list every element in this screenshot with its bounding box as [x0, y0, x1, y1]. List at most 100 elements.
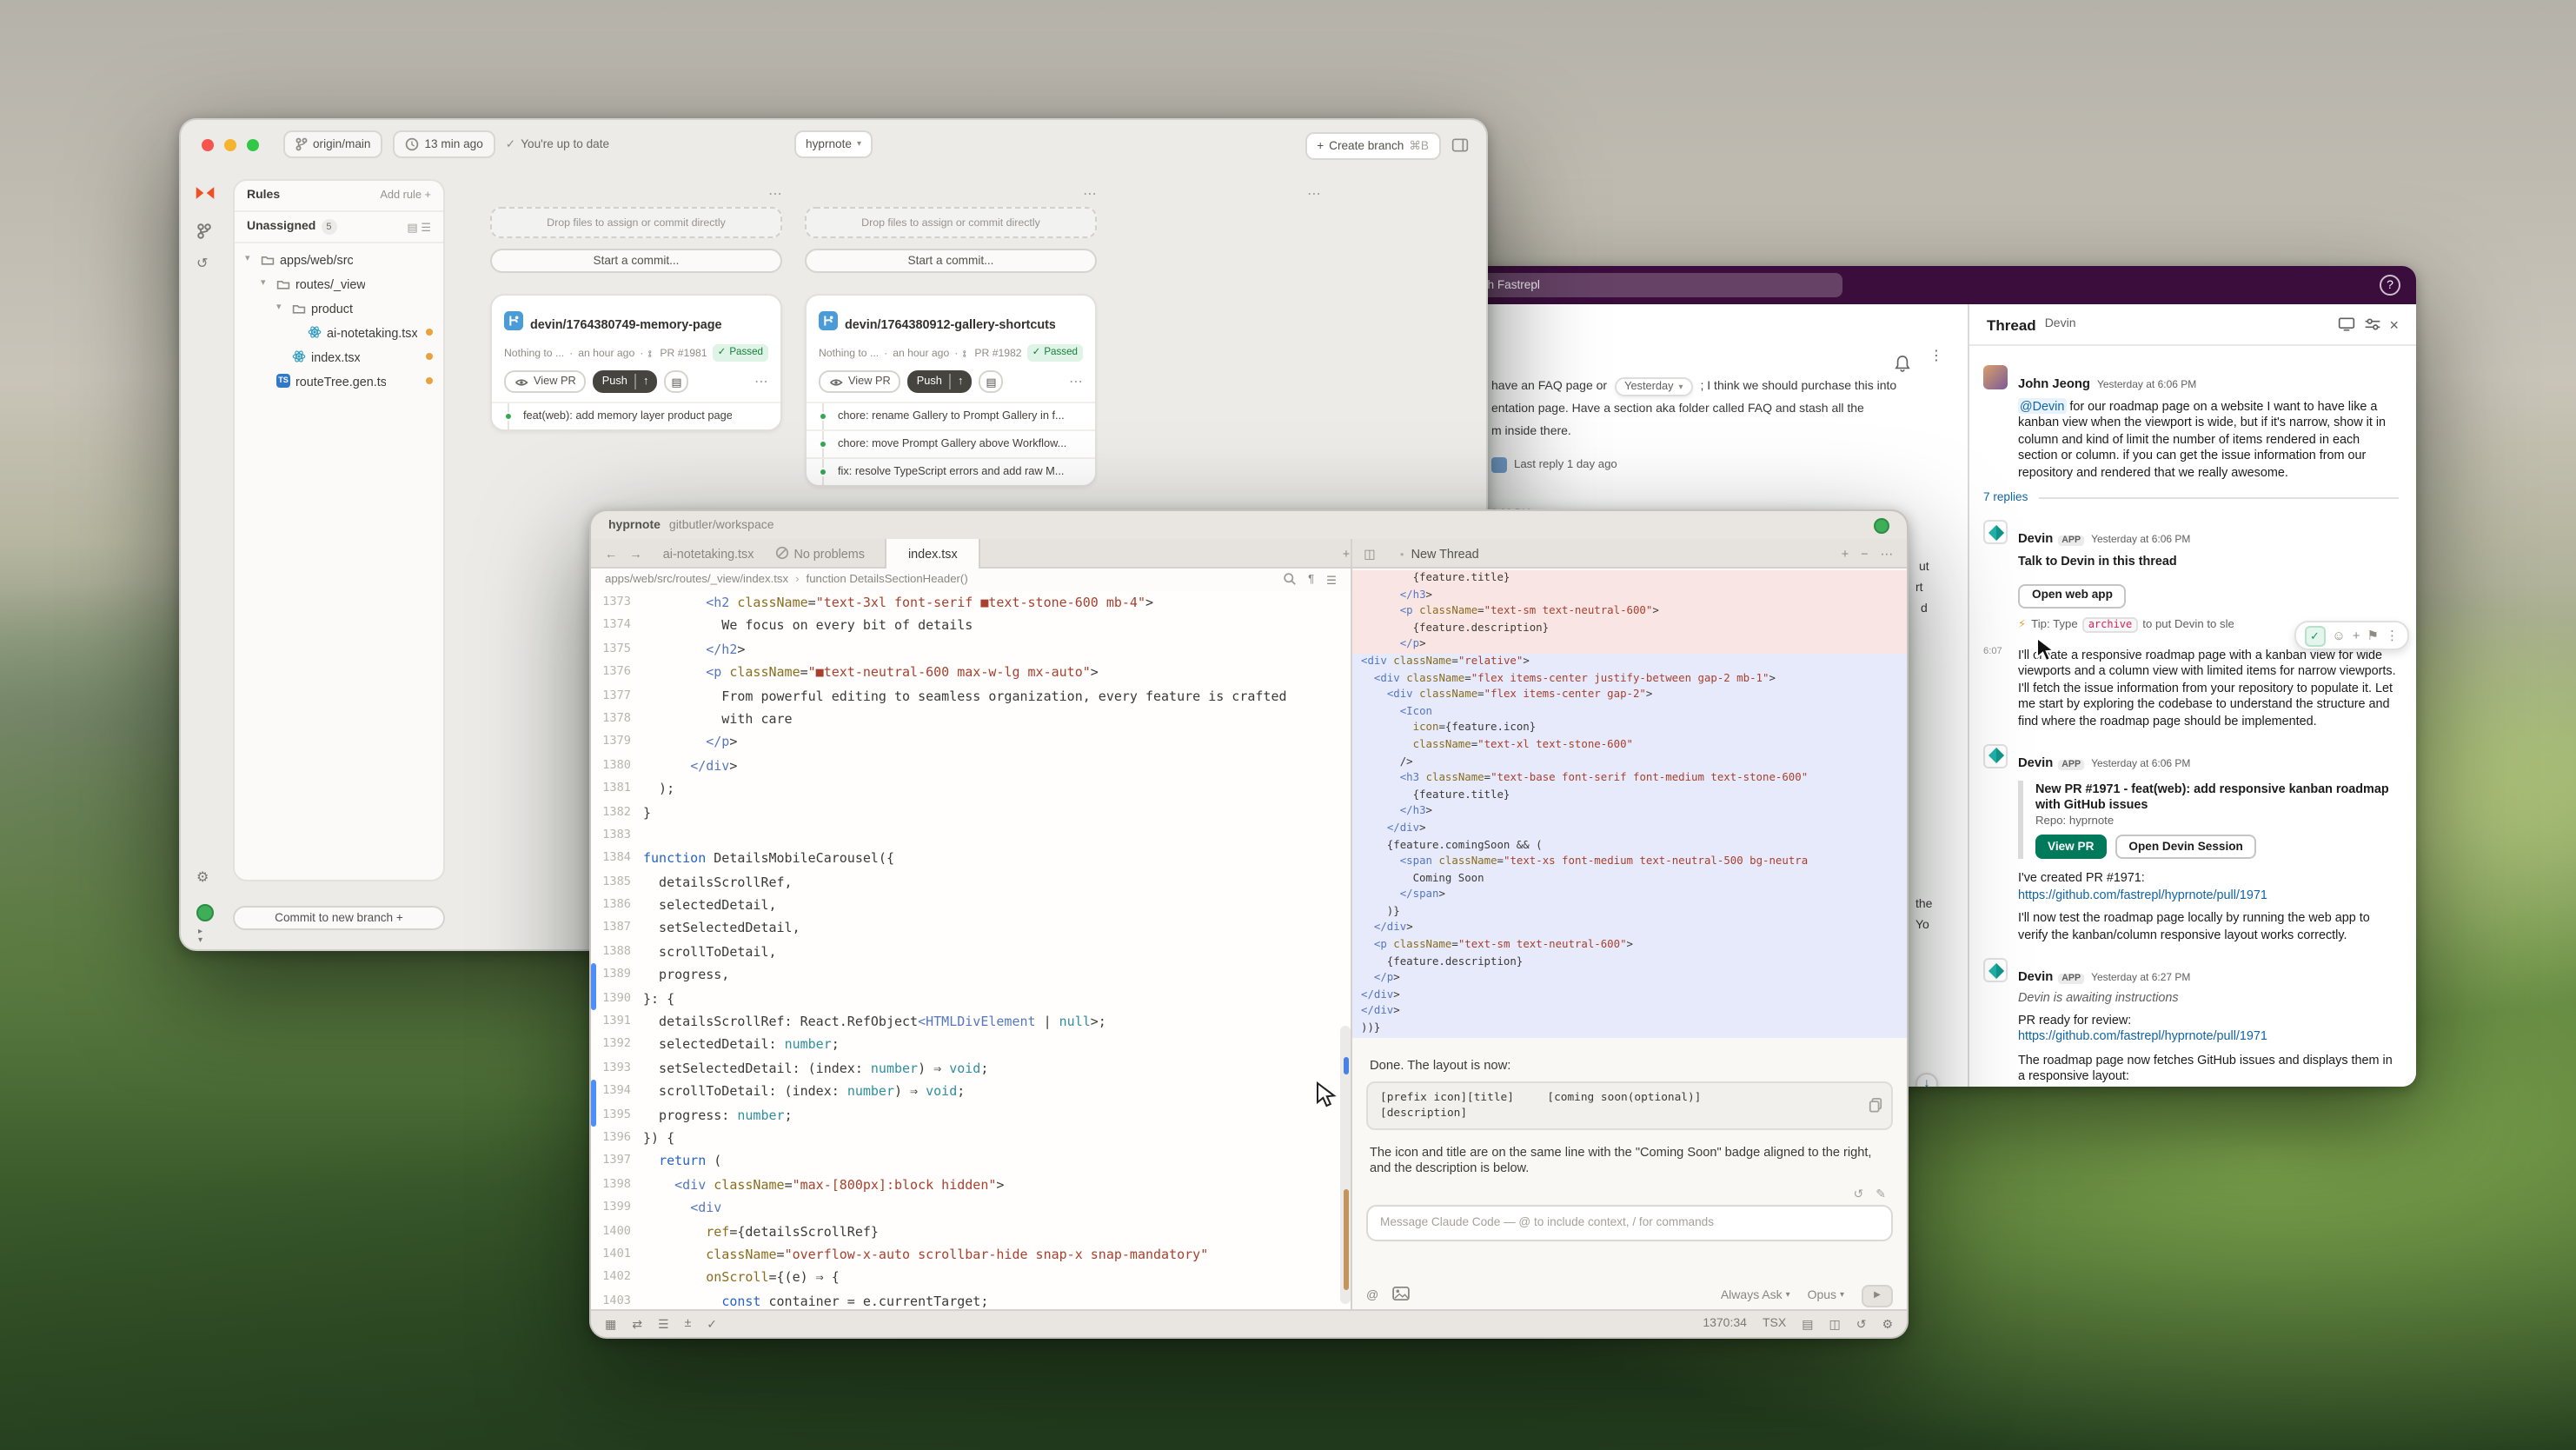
code-line[interactable]: 1399 <div [591, 1196, 1351, 1220]
tree-view-icon[interactable]: ☰ [421, 220, 431, 234]
dropzone[interactable]: Drop files to assign or commit directly [490, 207, 782, 238]
branch-name[interactable]: devin/1764380912-gallery-shortcuts [845, 316, 1056, 331]
checks-icon[interactable]: ✓ [707, 1317, 717, 1331]
project-panel-icon[interactable]: ▦ [605, 1317, 616, 1331]
code-line[interactable]: 1398 <div className="max-[800px]:block h… [591, 1174, 1351, 1197]
scrollbar-thumb[interactable] [1340, 1026, 1351, 1304]
code-line[interactable]: 1401 className="overflow-x-auto scrollba… [591, 1243, 1351, 1267]
check-reaction[interactable]: ✓ [2304, 625, 2325, 646]
tree-item-product[interactable]: ▾product [235, 296, 443, 320]
ci-status-badge[interactable]: ✓Passed [1027, 344, 1083, 362]
split-icon[interactable]: ◫ [1829, 1317, 1840, 1331]
filter-icon[interactable] [2363, 309, 2380, 340]
nav-forward-icon[interactable]: → [629, 545, 641, 561]
lane-menu-icon[interactable]: ⋯ [1083, 185, 1097, 201]
add-rule-button[interactable]: Add rule + [380, 190, 431, 202]
symbols-icon[interactable]: ¶ [1308, 574, 1314, 586]
outline-icon[interactable]: ☰ [1326, 573, 1337, 587]
code-line[interactable]: 1373 <h2 className="text-3xl font-serif … [591, 591, 1351, 615]
commit-row[interactable]: fix: resolve TypeScript errors and add r… [807, 457, 1095, 485]
mention[interactable]: @Devin [2018, 398, 2066, 414]
tree-item-routes-_view[interactable]: ▾routes/_view [235, 271, 443, 296]
gitbutler-logo-icon[interactable] [195, 179, 216, 210]
code-line[interactable]: 1400 ref={detailsScrollRef} [591, 1220, 1351, 1243]
branches-nav-icon[interactable] [196, 217, 212, 249]
ci-status-badge[interactable]: ✓Passed [713, 344, 768, 362]
code-line[interactable]: 1383 [591, 824, 1351, 848]
open-web-app-button[interactable]: Open web app [2018, 584, 2127, 609]
author-name[interactable]: Devin [2018, 968, 2053, 984]
nav-back-icon[interactable]: ← [605, 545, 617, 561]
code-line[interactable]: 1402 onScroll={(e) ⇒ { [591, 1267, 1351, 1290]
code-line[interactable]: 1376 <p className="■text-neutral-600 max… [591, 661, 1351, 684]
author-name[interactable]: John Jeong [2018, 376, 2090, 391]
terminal-icon[interactable]: ☰ [658, 1317, 669, 1331]
code-line[interactable]: 1380 </div> [591, 754, 1351, 777]
code-editor-pane[interactable]: 1373 <h2 className="text-3xl font-serif … [591, 591, 1351, 1313]
timestamp-pill[interactable]: Yesterday▾ [1614, 377, 1693, 396]
project-selector[interactable]: hyprnote ▾ [793, 130, 873, 158]
pr-link[interactable]: https://github.com/fastrepl/hyprnote/pul… [2018, 1028, 2399, 1045]
commit-row[interactable]: chore: rename Gallery to Prompt Gallery … [807, 402, 1095, 429]
editor-titlebar[interactable]: hyprnote gitbutler/workspace [591, 511, 1907, 539]
assistant-menu-icon[interactable]: ⋯ [1881, 545, 1893, 561]
tree-item-index.tsx[interactable]: index.tsx [235, 344, 443, 369]
history-nav-icon[interactable]: ↺ [196, 256, 208, 271]
start-commit-button[interactable]: Start a commit... [490, 249, 782, 273]
code-line[interactable]: 1382} [591, 801, 1351, 824]
help-icon[interactable]: ? [2380, 275, 2400, 296]
split-pane-icon[interactable]: ◫ [1364, 545, 1376, 561]
toggle-panel-icon[interactable] [1451, 130, 1469, 162]
branch-actions-icon[interactable]: ▤ [664, 370, 688, 393]
assistant-message-input[interactable] [1366, 1205, 1893, 1241]
code-line[interactable]: 1378 with care [591, 708, 1351, 731]
bell-icon[interactable] [1895, 349, 1910, 381]
author-name[interactable]: Devin [2018, 530, 2053, 546]
empty-lane-menu-icon[interactable]: ⋯ [1307, 186, 1321, 202]
zoom-window-button[interactable] [247, 138, 259, 150]
branch-name[interactable]: devin/1764380749-memory-page [530, 316, 722, 331]
card-menu-icon[interactable]: ⋯ [754, 374, 768, 389]
code-line[interactable]: 1394 scrollToDetail: (index: number) ⇒ v… [591, 1080, 1351, 1103]
branch-card[interactable]: devin/1764380749-memory-page Nothing to … [490, 294, 782, 431]
screen-share-icon[interactable] [2337, 309, 2354, 340]
timestamp[interactable]: Yesterday at 6:06 PM [2091, 535, 2190, 546]
code-line[interactable]: 1390}: { [591, 987, 1351, 1010]
start-commit-button[interactable]: Start a commit... [805, 249, 1097, 273]
smiley-plus-icon[interactable]: ☺ [2332, 628, 2345, 643]
devin-avatar[interactable] [1983, 958, 2008, 982]
code-line[interactable]: 1385 detailsScrollRef, [591, 870, 1351, 894]
create-branch-button[interactable]: + Create branch ⌘B [1305, 132, 1441, 160]
problems-indicator[interactable]: No problems [774, 545, 865, 561]
view-pr-button[interactable]: View PR [504, 370, 587, 393]
code-line[interactable]: 1379 </p> [591, 731, 1351, 755]
code-line[interactable]: 1393 setSelectedDetail: (index: number) … [591, 1057, 1351, 1081]
send-button[interactable]: ▶ [1862, 1284, 1893, 1307]
new-tab-icon[interactable]: + [1343, 545, 1350, 561]
code-line[interactable]: 1381 ); [591, 777, 1351, 801]
avatar[interactable] [1983, 365, 2008, 389]
last-reply-label[interactable]: Last reply 1 day ago [1514, 459, 1617, 471]
last-fetch-button[interactable]: 13 min ago [394, 130, 495, 158]
assistant-new-icon[interactable]: + [1842, 545, 1849, 561]
pr-link[interactable]: https://github.com/fastrepl/hyprnote/pul… [2018, 887, 2399, 903]
code-line[interactable]: 1374 We focus on every bit of details [591, 615, 1351, 638]
minimize-window-button[interactable] [224, 138, 236, 150]
user-avatar[interactable] [196, 904, 214, 921]
more-actions-icon[interactable]: ⋮ [2386, 628, 2399, 643]
dropzone[interactable]: Drop files to assign or commit directly [805, 207, 1097, 238]
code-line[interactable]: 1396}) { [591, 1127, 1351, 1150]
view-pr-button[interactable]: View PR [2035, 835, 2106, 860]
language-mode[interactable]: TSX [1763, 1318, 1786, 1330]
card-menu-icon[interactable]: ⋯ [1069, 374, 1083, 389]
code-line[interactable]: 1391 detailsScrollRef: React.RefObject<H… [591, 1010, 1351, 1034]
branch-selector[interactable]: origin/main [283, 130, 383, 158]
close-icon[interactable]: × [2389, 316, 2399, 333]
sync-icon[interactable]: ↺ [1856, 1317, 1867, 1331]
cursor-position[interactable]: 1370:34 [1703, 1318, 1747, 1330]
code-line[interactable]: 1377 From powerful editing to seamless o… [591, 684, 1351, 708]
kebab-icon[interactable]: ⋮ [1929, 348, 1943, 363]
code-line[interactable]: 1387 setSelectedDetail, [591, 917, 1351, 941]
commit-row[interactable]: feat(web): add memory layer product page [492, 402, 780, 429]
timestamp[interactable]: Yesterday at 6:06 PM [2091, 760, 2190, 770]
